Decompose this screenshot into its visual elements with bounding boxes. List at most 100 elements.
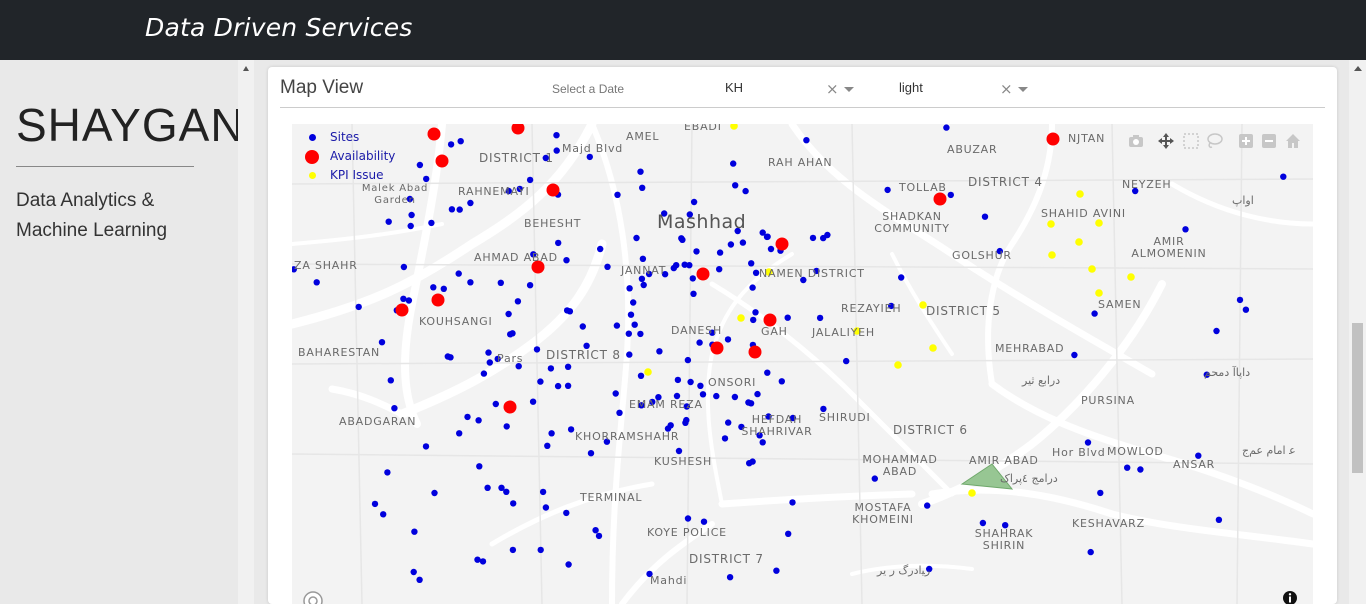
style-chevron-down-icon[interactable] <box>1018 87 1028 92</box>
site-marker[interactable] <box>539 488 547 496</box>
site-marker[interactable] <box>759 439 766 446</box>
site-marker[interactable] <box>1242 306 1250 313</box>
availability-marker[interactable] <box>427 127 441 141</box>
site-marker[interactable] <box>884 186 891 194</box>
kpi-issue-marker[interactable] <box>1048 251 1056 259</box>
style-clear-icon[interactable]: × <box>1000 80 1013 98</box>
site-marker[interactable] <box>690 290 697 297</box>
site-marker[interactable] <box>1087 548 1094 556</box>
site-marker[interactable] <box>378 339 386 346</box>
availability-marker[interactable] <box>696 267 710 281</box>
site-marker[interactable] <box>637 330 644 338</box>
site-marker[interactable] <box>631 321 638 328</box>
kpi-issue-marker[interactable] <box>1047 220 1055 228</box>
site-marker[interactable] <box>563 307 571 314</box>
site-marker[interactable] <box>416 161 424 169</box>
site-marker[interactable] <box>979 519 987 527</box>
site-marker[interactable] <box>475 417 482 424</box>
site-marker[interactable] <box>492 400 499 408</box>
site-marker[interactable] <box>407 222 414 230</box>
site-marker[interactable] <box>674 376 682 384</box>
site-marker[interactable] <box>626 351 633 358</box>
availability-marker[interactable] <box>503 400 517 414</box>
site-marker[interactable] <box>565 561 572 568</box>
site-marker[interactable] <box>537 546 544 554</box>
site-marker[interactable] <box>764 369 771 376</box>
site-marker[interactable] <box>384 469 391 476</box>
map-plot[interactable]: DISTRICT 1 DISTRICT 4 DISTRICT 5 DISTRICT 6… <box>292 124 1313 604</box>
region-chevron-down-icon[interactable] <box>844 87 854 92</box>
site-marker[interactable] <box>1213 327 1220 335</box>
site-marker[interactable] <box>693 248 700 255</box>
site-marker[interactable] <box>467 199 474 207</box>
site-marker[interactable] <box>553 132 560 139</box>
site-marker[interactable] <box>505 310 512 318</box>
site-marker[interactable] <box>400 295 407 302</box>
site-marker[interactable] <box>778 378 785 385</box>
site-marker[interactable] <box>503 423 510 430</box>
kpi-issue-marker[interactable] <box>1075 238 1083 246</box>
scroll-up-arrow-icon[interactable] <box>243 66 249 71</box>
site-marker[interactable] <box>656 348 663 355</box>
site-marker[interactable] <box>789 499 796 506</box>
kpi-issue-marker[interactable] <box>730 124 738 130</box>
legend-item-kpi-issue[interactable]: KPI Issue <box>300 168 384 182</box>
site-marker[interactable] <box>564 382 572 389</box>
kpi-issue-marker[interactable] <box>968 489 976 497</box>
site-marker[interactable] <box>555 239 562 247</box>
page-scrollbar[interactable] <box>1349 60 1366 604</box>
site-marker[interactable] <box>514 298 522 305</box>
site-marker[interactable] <box>739 239 747 246</box>
availability-marker[interactable] <box>431 293 445 307</box>
availability-marker[interactable] <box>395 303 409 317</box>
site-marker[interactable] <box>724 336 732 343</box>
kpi-issue-marker[interactable] <box>1095 219 1103 227</box>
site-marker[interactable] <box>385 218 392 225</box>
scrollbar-thumb[interactable] <box>1352 323 1363 473</box>
site-marker[interactable] <box>745 399 752 406</box>
site-marker[interactable] <box>732 182 739 189</box>
zoom-in-icon[interactable] <box>1237 132 1255 150</box>
site-marker[interactable] <box>579 323 586 330</box>
site-marker[interactable] <box>675 447 683 455</box>
site-marker[interactable] <box>391 405 398 412</box>
legend-item-sites[interactable]: Sites <box>300 130 359 144</box>
site-marker[interactable] <box>448 206 456 213</box>
site-marker[interactable] <box>440 285 447 292</box>
site-marker[interactable] <box>640 281 647 289</box>
site-marker[interactable] <box>612 390 619 397</box>
site-marker[interactable] <box>456 206 463 213</box>
site-marker[interactable] <box>637 372 645 379</box>
site-marker[interactable] <box>682 419 689 426</box>
availability-marker[interactable] <box>546 183 560 197</box>
site-marker[interactable] <box>479 558 487 565</box>
site-marker[interactable] <box>943 124 950 131</box>
kpi-issue-marker[interactable] <box>644 368 652 376</box>
site-marker[interactable] <box>510 500 517 507</box>
site-marker[interactable] <box>422 443 430 450</box>
site-marker[interactable] <box>730 160 737 167</box>
site-marker[interactable] <box>544 442 551 449</box>
site-marker[interactable] <box>408 211 415 219</box>
pan-icon[interactable] <box>1157 132 1175 150</box>
site-marker[interactable] <box>564 363 572 370</box>
kpi-issue-marker[interactable] <box>737 314 745 322</box>
site-marker[interactable] <box>803 137 810 144</box>
site-marker[interactable] <box>563 509 570 517</box>
site-marker[interactable] <box>667 422 674 429</box>
site-marker[interactable] <box>604 263 611 270</box>
kpi-issue-marker[interactable] <box>929 344 937 352</box>
home-icon[interactable] <box>1284 132 1302 150</box>
site-marker[interactable] <box>411 528 418 535</box>
site-marker[interactable] <box>639 184 646 191</box>
availability-marker[interactable] <box>511 124 525 135</box>
site-marker[interactable] <box>503 488 510 495</box>
site-marker[interactable] <box>595 532 603 540</box>
site-marker[interactable] <box>785 530 792 537</box>
site-marker[interactable] <box>613 322 621 329</box>
site-marker[interactable] <box>526 282 534 289</box>
site-marker[interactable] <box>400 263 408 271</box>
site-marker[interactable] <box>625 330 632 337</box>
site-marker[interactable] <box>497 279 504 286</box>
site-marker[interactable] <box>679 236 686 243</box>
